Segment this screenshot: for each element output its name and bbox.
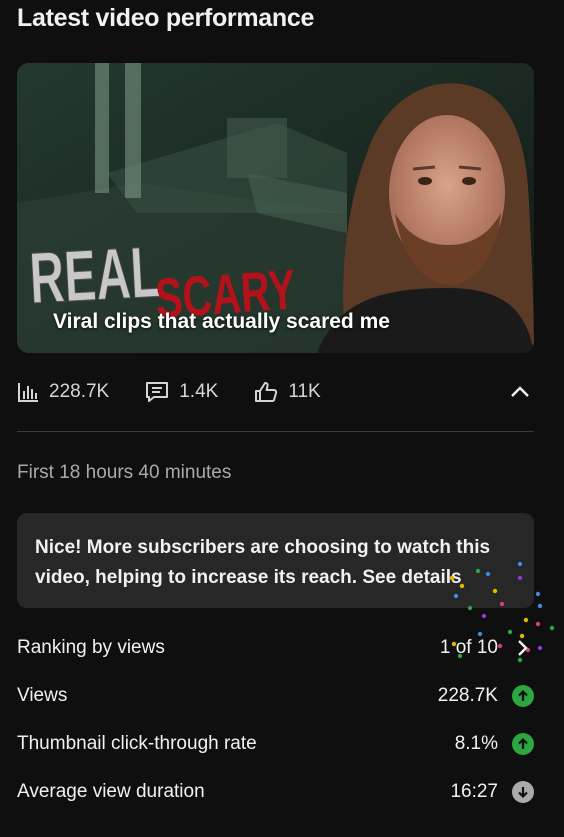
- video-stats-row: 228.7K 1.4K 11K: [17, 370, 534, 414]
- likes-stat: 11K: [254, 381, 321, 403]
- metric-value: 16:27: [450, 781, 498, 802]
- video-title: Viral clips that actually scared me: [53, 310, 390, 333]
- metric-row-ctr: Thumbnail click-through rate 8.1%: [17, 727, 534, 761]
- insight-banner-text: Nice! More subscribers are choosing to w…: [35, 537, 491, 588]
- thumbs-up-icon: [255, 382, 278, 402]
- metric-value: 228.7K: [437, 685, 498, 706]
- views-count: 228.7K: [49, 381, 110, 402]
- metric-value: 8.1%: [454, 733, 498, 754]
- comments-count: 1.4K: [179, 381, 219, 402]
- comments-stat: 1.4K: [145, 381, 218, 403]
- metric-value: 1 of 10: [439, 637, 498, 658]
- views-stat: 228.7K: [17, 381, 109, 403]
- arrow-up-icon: [512, 733, 534, 755]
- metric-label: Views: [17, 685, 68, 706]
- metric-label: Ranking by views: [17, 637, 165, 658]
- bar-chart-icon: [18, 383, 38, 402]
- metric-label: Thumbnail click-through rate: [17, 733, 257, 754]
- metric-row-ranking[interactable]: Ranking by views 1 of 10: [17, 631, 534, 665]
- comment-icon: [146, 382, 169, 402]
- arrow-down-icon: [512, 781, 534, 803]
- video-thumbnail[interactable]: REAL SCARY Viral clips that actually sca…: [17, 63, 534, 353]
- metric-row-avg-duration: Average view duration 16:27: [17, 775, 534, 809]
- arrow-up-icon: [512, 685, 534, 707]
- svg-text:REAL: REAL: [28, 232, 162, 319]
- metric-row-views: Views 228.7K: [17, 679, 534, 713]
- time-period-label: First 18 hours 40 minutes: [17, 462, 232, 483]
- metric-label: Average view duration: [17, 781, 205, 802]
- section-title: Latest video performance: [17, 4, 315, 32]
- collapse-button[interactable]: [506, 378, 534, 406]
- divider: [17, 431, 534, 432]
- likes-count: 11K: [288, 381, 321, 402]
- chevron-up-icon: [511, 386, 529, 397]
- chevron-right-icon[interactable]: [512, 637, 534, 659]
